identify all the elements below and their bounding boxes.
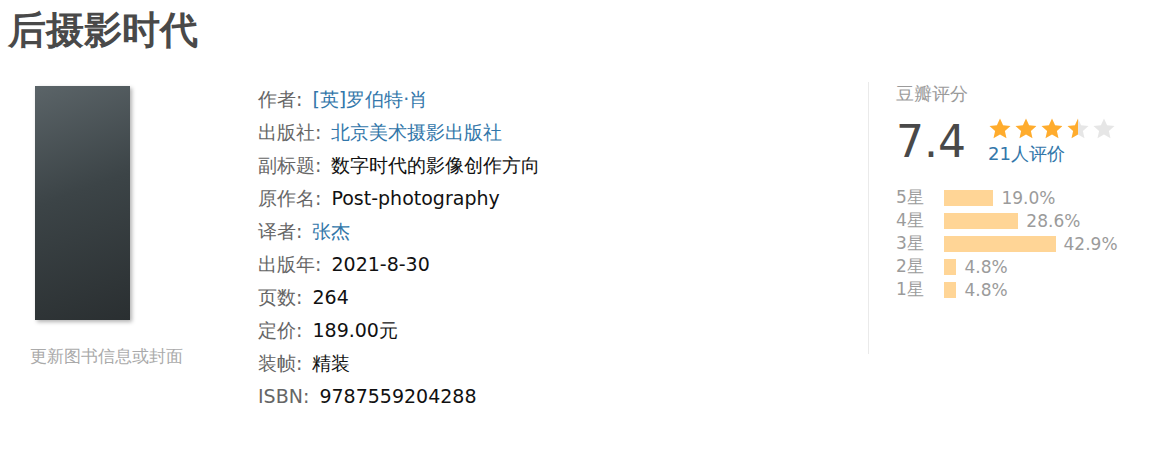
star-icon (1040, 117, 1064, 141)
book-main: 更新图书信息或封面 作者: [英]罗伯特·肖出版社: 北京美术摄影出版社副标题:… (8, 60, 1158, 413)
bar-fill (944, 236, 1056, 252)
star-icon (1092, 117, 1116, 141)
bar-percent: 42.9% (1064, 234, 1118, 254)
info-link[interactable]: 北京美术摄影出版社 (331, 121, 502, 143)
rating-bar-row: 2星 4.8% (896, 255, 1118, 278)
info-value: 9787559204288 (319, 385, 476, 407)
info-row: 出版社: 北京美术摄影出版社 (258, 116, 868, 149)
bar-track: 19.0% (944, 188, 1055, 208)
info-label: 原作名: (258, 187, 321, 209)
info-link[interactable]: [英]罗伯特·肖 (312, 88, 428, 110)
info-row: 出版年: 2021-8-30 (258, 248, 868, 281)
bar-fill (944, 190, 993, 206)
bar-fill (944, 282, 956, 298)
info-value: 2021-8-30 (331, 253, 429, 275)
rating-bar-row: 5星 19.0% (896, 186, 1118, 209)
info-row: 译者: 张杰 (258, 215, 868, 248)
cover-column: 更新图书信息或封面 (8, 86, 258, 413)
bar-label: 5星 (896, 186, 944, 209)
rating-count[interactable]: 21人评价 (988, 141, 1116, 167)
info-label: 页数: (258, 286, 302, 308)
bar-percent: 4.8% (964, 280, 1007, 300)
info-row: 页数: 264 (258, 281, 868, 314)
star-row (988, 117, 1116, 141)
rating-score: 7.4 (896, 112, 988, 172)
info-row: 定价: 189.00元 (258, 314, 868, 347)
info-link[interactable]: 张杰 (312, 220, 350, 242)
bar-label: 4星 (896, 209, 944, 232)
bar-percent: 4.8% (964, 257, 1007, 277)
star-icon (988, 117, 1012, 141)
rating-panel: 豆瓣评分 7.4 21人评价 5星 19.0%4星 28.6%3星 42.9%2… (868, 82, 1118, 354)
info-label: 作者: (258, 88, 302, 110)
info-label: 出版年: (258, 253, 321, 275)
info-label: 装帧: (258, 352, 302, 374)
rating-bar-row: 3星 42.9% (896, 232, 1118, 255)
bar-track: 4.8% (944, 257, 1008, 277)
book-info: 作者: [英]罗伯特·肖出版社: 北京美术摄影出版社副标题: 数字时代的影像创作… (258, 83, 868, 413)
star-icon (1066, 117, 1090, 141)
info-label: 副标题: (258, 154, 321, 176)
bar-percent: 19.0% (1001, 188, 1055, 208)
bar-track: 42.9% (944, 234, 1118, 254)
info-row: 副标题: 数字时代的影像创作方向 (258, 149, 868, 182)
rating-bar-row: 4星 28.6% (896, 209, 1118, 232)
info-label: 译者: (258, 220, 302, 242)
score-row: 7.4 21人评价 (896, 112, 1118, 172)
bar-track: 4.8% (944, 280, 1008, 300)
info-value: 189.00元 (312, 319, 397, 341)
rating-heading: 豆瓣评分 (896, 82, 1118, 106)
info-value: Post-photography (331, 187, 499, 209)
info-label: 出版社: (258, 121, 321, 143)
star-icon (1014, 117, 1038, 141)
info-value: 264 (312, 286, 348, 308)
book-page: 后摄影时代 更新图书信息或封面 作者: [英]罗伯特·肖出版社: 北京美术摄影出… (0, 0, 1158, 413)
info-label: ISBN: (258, 385, 309, 407)
info-row: ISBN: 9787559204288 (258, 380, 868, 413)
info-row: 装帧: 精装 (258, 347, 868, 380)
bar-fill (944, 213, 1018, 229)
bar-label: 1星 (896, 278, 944, 301)
info-value: 数字时代的影像创作方向 (331, 154, 540, 176)
score-side: 21人评价 (988, 117, 1116, 167)
info-row: 作者: [英]罗伯特·肖 (258, 83, 868, 116)
book-cover[interactable] (35, 86, 130, 320)
bar-percent: 28.6% (1026, 211, 1080, 231)
update-cover-link[interactable]: 更新图书信息或封面 (30, 345, 258, 368)
rating-bar-row: 1星 4.8% (896, 278, 1118, 301)
info-value: 精装 (312, 352, 350, 374)
bar-label: 2星 (896, 255, 944, 278)
book-title: 后摄影时代 (8, 4, 1158, 60)
bar-track: 28.6% (944, 211, 1080, 231)
bar-fill (944, 259, 956, 275)
bar-label: 3星 (896, 232, 944, 255)
rating-bars: 5星 19.0%4星 28.6%3星 42.9%2星 4.8%1星 4.8% (896, 186, 1118, 301)
info-row: 原作名: Post-photography (258, 182, 868, 215)
info-label: 定价: (258, 319, 302, 341)
